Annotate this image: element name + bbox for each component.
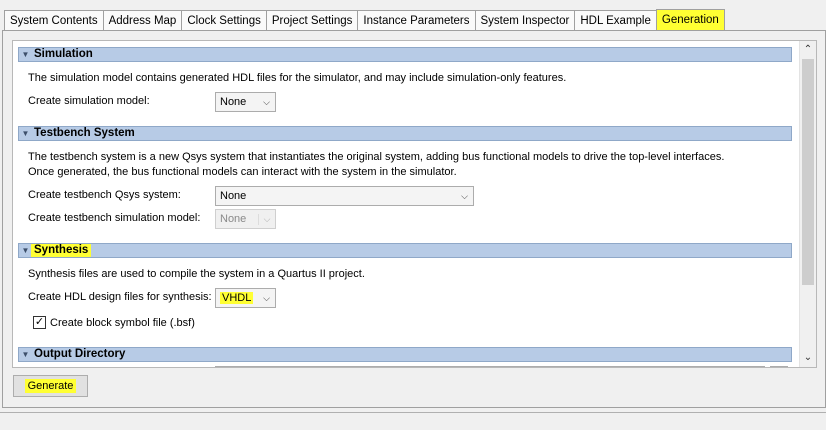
tab-bar: System Contents Address Map Clock Settin…	[4, 9, 725, 31]
simulation-model-select[interactable]: None ⌵	[215, 92, 276, 112]
synthesis-hdl-label: Create HDL design files for synthesis:	[28, 291, 212, 303]
checkmark-icon: ✓	[34, 316, 45, 328]
chevron-down-icon: ⌵	[263, 292, 270, 303]
select-value: None	[220, 213, 247, 225]
simulation-section-header[interactable]: ▼ Simulation	[18, 47, 792, 62]
chevron-down-icon: ⌵	[461, 190, 468, 201]
tab-generation[interactable]: Generation	[655, 9, 725, 31]
divider	[0, 412, 826, 413]
scrollbar-thumb[interactable]	[802, 59, 814, 285]
bsf-checkbox-label[interactable]: Create block symbol file (.bsf)	[50, 317, 195, 329]
select-value: None	[220, 190, 247, 202]
bsf-checkbox[interactable]: ✓	[33, 316, 46, 329]
testbench-qsys-label: Create testbench Qsys system:	[28, 189, 181, 201]
vertical-scrollbar[interactable]: ⌃ ⌄	[799, 41, 816, 367]
generate-button-label: Generate	[24, 379, 77, 393]
simulation-description: The simulation model contains generated …	[28, 72, 567, 84]
testbench-sim-label: Create testbench simulation model:	[28, 212, 201, 224]
synthesis-hdl-select[interactable]: VHDL ⌵	[215, 288, 276, 308]
chevron-down-icon: ⌵	[263, 96, 270, 107]
tab-system-inspector[interactable]: System Inspector	[474, 10, 575, 31]
section-title: Synthesis	[31, 244, 92, 257]
testbench-description-line2: Once generated, the bus functional model…	[28, 166, 457, 178]
tab-address-map[interactable]: Address Map	[102, 10, 182, 31]
section-title: Simulation	[34, 48, 93, 60]
collapse-triangle-icon[interactable]: ▼	[20, 50, 31, 59]
collapse-triangle-icon[interactable]: ▼	[20, 246, 31, 255]
section-title: Output Directory	[34, 348, 126, 360]
collapse-triangle-icon[interactable]: ▼	[20, 350, 31, 359]
tab-project-settings[interactable]: Project Settings	[265, 10, 358, 31]
output-directory-field[interactable]	[215, 366, 765, 367]
testbench-qsys-select[interactable]: None ⌵	[215, 186, 474, 206]
tab-instance-parameters[interactable]: Instance Parameters	[357, 10, 475, 31]
select-value: None	[220, 96, 247, 108]
chevron-down-icon: ⌵	[258, 213, 275, 225]
synthesis-description: Synthesis files are used to compile the …	[28, 268, 365, 280]
testbench-sim-select: None ⌵	[215, 209, 276, 229]
select-value: VHDL	[220, 292, 254, 304]
testbench-section-header[interactable]: ▼ Testbench System	[18, 126, 792, 141]
scroll-up-icon[interactable]: ⌃	[800, 42, 816, 58]
section-title: Testbench System	[34, 127, 135, 139]
output-section-header[interactable]: ▼ Output Directory	[18, 347, 792, 362]
browse-button[interactable]	[770, 366, 788, 367]
tab-clock-settings[interactable]: Clock Settings	[181, 10, 266, 31]
generate-button[interactable]: Generate	[13, 375, 88, 397]
simulation-model-label: Create simulation model:	[28, 95, 150, 107]
tab-system-contents[interactable]: System Contents	[4, 10, 103, 31]
synthesis-section-header[interactable]: ▼ Synthesis	[18, 243, 792, 258]
tab-hdl-example[interactable]: HDL Example	[574, 10, 656, 31]
generation-scroll-panel: ▼ Simulation The simulation model contai…	[12, 40, 817, 368]
testbench-description-line1: The testbench system is a new Qsys syste…	[28, 151, 725, 163]
scroll-down-icon[interactable]: ⌄	[800, 350, 816, 366]
collapse-triangle-icon[interactable]: ▼	[20, 129, 31, 138]
